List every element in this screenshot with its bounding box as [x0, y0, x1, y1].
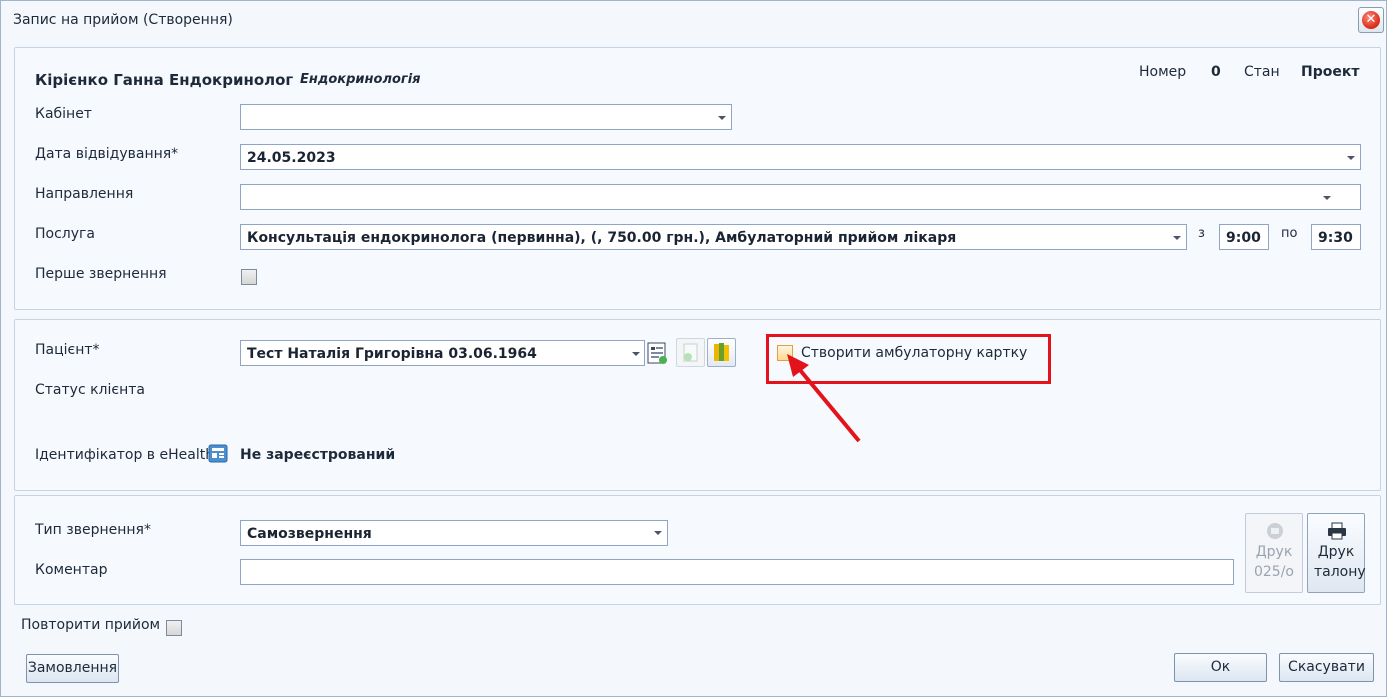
service-select[interactable]: Консультація ендокринолога (первинна), (… — [240, 224, 1187, 250]
chevron-down-icon[interactable] — [654, 531, 662, 535]
printer-icon — [1267, 523, 1283, 539]
state-label: Стан — [1244, 64, 1280, 80]
patient-select[interactable]: Тест Наталія Григорівна 03.06.1964 — [240, 340, 645, 366]
ehealth-id-icon[interactable] — [208, 444, 228, 463]
repeat-checkbox[interactable] — [166, 620, 182, 636]
time-to-field[interactable]: 9:30 — [1311, 224, 1361, 250]
patient-label: Пацієнт* — [35, 342, 100, 358]
first-visit-checkbox[interactable] — [241, 269, 257, 285]
chevron-down-icon[interactable] — [1323, 196, 1331, 200]
patient-card-icon — [647, 342, 667, 364]
patient-card-button[interactable] — [645, 339, 670, 366]
cabinet-label: Кабінет — [35, 106, 92, 122]
ehealth-value: Не зареєстрований — [240, 447, 396, 463]
ehealth-label: Ідентифікатор в eHealth — [35, 447, 215, 463]
title-bar: Запис на прийом (Створення) ✕ — [1, 1, 1386, 39]
print-ticket-button[interactable]: Друк талону — [1307, 513, 1366, 593]
service-label: Послуга — [35, 226, 95, 242]
time-from-label: з — [1198, 226, 1205, 241]
window-title: Запис на прийом (Створення) — [13, 12, 233, 28]
visit-type-select[interactable]: Самозвернення — [240, 520, 668, 546]
new-patient-button[interactable] — [676, 338, 705, 367]
doctor-name: Кірієнко Ганна Ендокринолог — [35, 71, 294, 89]
state-value: Проект — [1301, 64, 1360, 80]
books-icon — [714, 343, 729, 361]
ok-button[interactable]: Ок — [1174, 653, 1267, 682]
close-button[interactable]: ✕ — [1358, 7, 1384, 33]
print-025-button[interactable]: Друк 025/о — [1245, 513, 1303, 593]
close-icon: ✕ — [1362, 11, 1380, 29]
client-status-label: Статус клієнта — [35, 382, 145, 398]
number-label: Номер — [1139, 64, 1187, 80]
cabinet-select[interactable] — [240, 104, 732, 130]
doctor-specialty: Ендокринологія — [300, 72, 421, 87]
printer-icon — [1328, 522, 1346, 540]
books-button[interactable] — [707, 338, 736, 367]
appointment-dialog: Запис на прийом (Створення) ✕ Кірієнко Г… — [0, 0, 1387, 697]
orders-button[interactable]: Замовлення — [26, 654, 119, 683]
annotation-arrow — [787, 354, 861, 443]
document-add-icon — [683, 343, 698, 362]
chevron-down-icon[interactable] — [718, 116, 726, 120]
first-visit-label: Перше звернення — [35, 266, 167, 282]
print-ticket-label: Друк талону — [1314, 544, 1366, 580]
print-025-label: Друк 025/о — [1253, 544, 1294, 580]
time-from-field[interactable]: 9:00 — [1219, 224, 1269, 250]
referral-select[interactable] — [240, 184, 1361, 210]
visit-group — [14, 495, 1381, 605]
referral-label: Направлення — [35, 186, 134, 202]
date-label: Дата відвідування* — [35, 146, 179, 162]
comment-label: Коментар — [35, 562, 108, 578]
chevron-down-icon[interactable] — [1347, 156, 1355, 160]
repeat-label: Повторити прийом — [21, 617, 161, 633]
visit-type-label: Тип звернення* — [35, 522, 151, 538]
chevron-down-icon[interactable] — [632, 352, 640, 356]
date-field[interactable]: 24.05.2023 — [240, 144, 1361, 170]
chevron-down-icon[interactable] — [1173, 236, 1181, 240]
comment-input[interactable] — [240, 559, 1234, 585]
cancel-button[interactable]: Скасувати — [1279, 653, 1374, 682]
time-to-label: по — [1281, 226, 1298, 241]
number-value: 0 — [1211, 64, 1221, 80]
